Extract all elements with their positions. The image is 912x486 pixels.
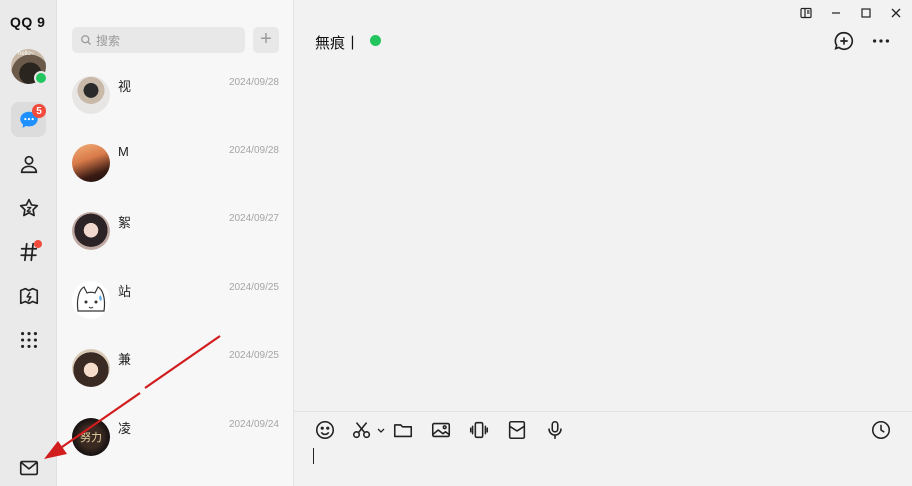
minimize-icon bbox=[832, 12, 840, 14]
add-member-button[interactable] bbox=[833, 30, 855, 52]
image-button[interactable] bbox=[430, 419, 452, 441]
online-status-dot bbox=[34, 71, 48, 85]
sidebar-item-messages[interactable]: 5 bbox=[11, 102, 46, 137]
screenshot-button[interactable] bbox=[351, 419, 373, 441]
add-button[interactable]: + bbox=[253, 27, 279, 53]
chat-panel: 無痕丨 bbox=[294, 0, 912, 486]
sidebar-item-channels[interactable] bbox=[11, 234, 46, 269]
sidebar-item-games[interactable] bbox=[11, 278, 46, 313]
file-button[interactable] bbox=[392, 419, 414, 441]
cartoon-cat-avatar bbox=[76, 286, 106, 312]
image-icon bbox=[431, 422, 451, 438]
pin-window-button[interactable] bbox=[794, 4, 818, 22]
app-logo: QQ 9 bbox=[10, 14, 46, 30]
contact-name: 视 bbox=[118, 79, 132, 94]
search-icon bbox=[81, 35, 91, 45]
contact-date: 2024/09/25 bbox=[228, 282, 279, 293]
contact-avatar bbox=[72, 212, 110, 250]
contact-date: 2024/09/24 bbox=[228, 419, 279, 430]
folder-icon bbox=[393, 424, 413, 438]
contact-avatar bbox=[72, 76, 110, 114]
contact-avatar: 努力 bbox=[72, 418, 110, 456]
contact-name: 絮 bbox=[118, 215, 132, 230]
search-placeholder: 搜索 bbox=[96, 33, 121, 48]
list-item[interactable]: 站 2024/09/25 bbox=[57, 281, 293, 349]
sidebar-item-mail[interactable] bbox=[11, 450, 46, 485]
more-options-button[interactable] bbox=[870, 30, 892, 52]
contact-date: 2024/09/28 bbox=[228, 145, 279, 156]
star-icon bbox=[19, 198, 38, 216]
screenshot-options-button[interactable] bbox=[375, 419, 387, 441]
search-input[interactable]: 搜索 bbox=[72, 27, 245, 53]
contact-avatar bbox=[72, 349, 110, 387]
list-item[interactable]: 视 2024/09/28 bbox=[57, 76, 293, 144]
input-divider bbox=[294, 411, 912, 412]
contact-name: M bbox=[118, 144, 129, 159]
contact-date: 2024/09/25 bbox=[228, 350, 279, 361]
more-dots-icon bbox=[872, 39, 890, 43]
sidebar-item-favorites[interactable] bbox=[11, 190, 46, 225]
sidebar-item-more[interactable] bbox=[11, 322, 46, 357]
app-grid-icon bbox=[20, 331, 37, 348]
contact-date: 2024/09/27 bbox=[228, 213, 279, 224]
list-item[interactable]: 努力 凌 2024/09/24 bbox=[57, 418, 293, 486]
sidebar-item-contacts[interactable] bbox=[11, 146, 46, 181]
maximize-icon bbox=[861, 8, 871, 18]
shake-button[interactable] bbox=[468, 419, 490, 441]
contact-name: 兼 bbox=[118, 352, 132, 367]
contact-avatar bbox=[72, 144, 110, 182]
chevron-down-icon bbox=[377, 428, 385, 433]
red-packet-icon bbox=[508, 420, 526, 440]
unread-badge: 5 bbox=[32, 104, 46, 118]
list-item[interactable]: M 2024/09/28 bbox=[57, 144, 293, 212]
avatar-text: 努力 bbox=[80, 432, 102, 444]
smiley-icon bbox=[315, 420, 335, 440]
user-avatar[interactable]: hello~ bbox=[11, 49, 48, 85]
contact-date: 2024/09/28 bbox=[228, 77, 279, 88]
list-item[interactable]: 絮 2024/09/27 bbox=[57, 212, 293, 280]
scissors-icon bbox=[352, 422, 371, 439]
mail-icon bbox=[19, 460, 38, 475]
emoji-button[interactable] bbox=[314, 419, 336, 441]
phone-vibrate-icon bbox=[469, 421, 489, 439]
close-button[interactable] bbox=[884, 4, 908, 22]
contact-avatar bbox=[72, 281, 110, 319]
contact-name: 凌 bbox=[118, 421, 132, 436]
avatar-caption: hello~ bbox=[18, 51, 35, 57]
minimize-button[interactable] bbox=[824, 4, 848, 22]
close-icon bbox=[891, 8, 901, 18]
contact-name: 站 bbox=[118, 284, 132, 299]
contact-status-dot bbox=[370, 35, 381, 46]
list-item[interactable]: 兼 2024/09/25 bbox=[57, 349, 293, 417]
left-rail: QQ 9 hello~ 5 bbox=[0, 0, 57, 486]
person-icon bbox=[20, 155, 37, 173]
red-packet-button[interactable] bbox=[506, 419, 528, 441]
clock-icon bbox=[871, 420, 891, 440]
maximize-button[interactable] bbox=[854, 4, 878, 22]
chat-plus-icon bbox=[834, 31, 854, 51]
microphone-icon bbox=[548, 420, 562, 440]
game-flash-icon bbox=[19, 287, 38, 304]
history-button[interactable] bbox=[870, 419, 892, 441]
channels-notification-dot bbox=[34, 240, 42, 248]
chat-title: 無痕丨 bbox=[315, 35, 361, 52]
conversation-list-panel: 搜索 + 视 2024/09/28 M 2024/09/28 絮 2024/09… bbox=[57, 0, 294, 486]
pin-window-icon bbox=[800, 7, 812, 19]
message-input-caret[interactable] bbox=[313, 448, 314, 464]
voice-button[interactable] bbox=[544, 419, 566, 441]
